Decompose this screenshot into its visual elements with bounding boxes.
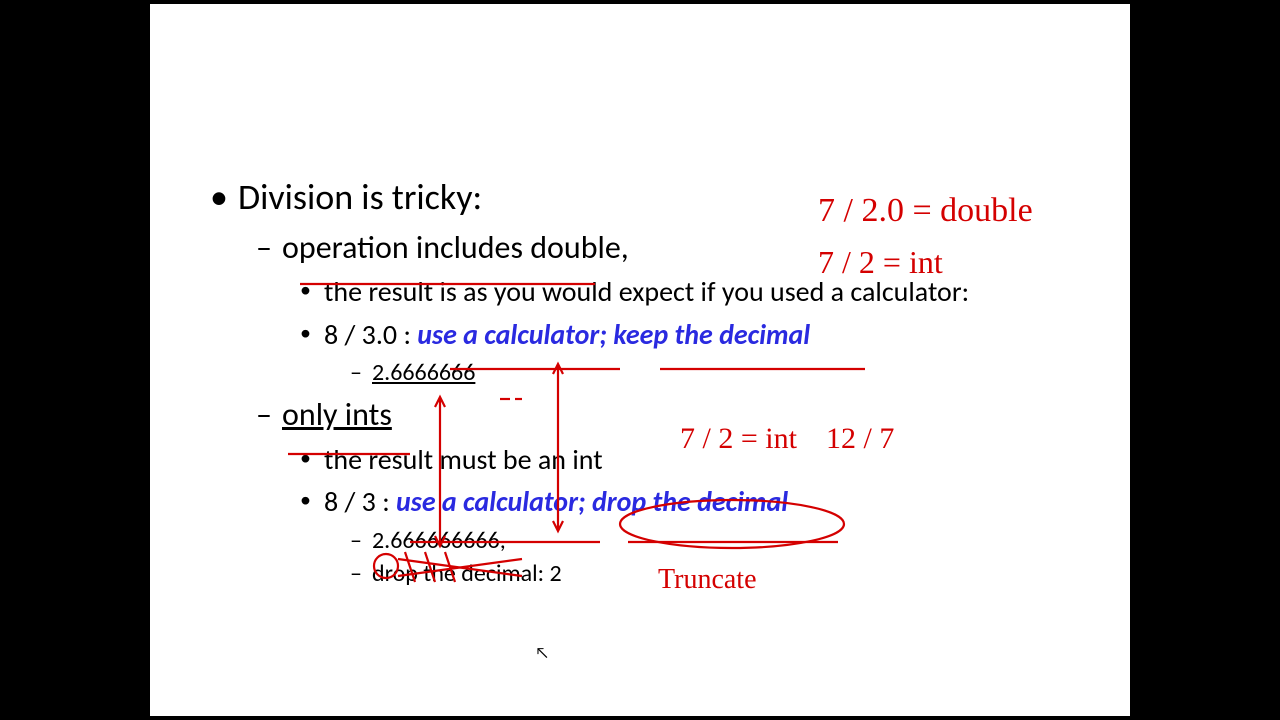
annot-top-right-1: 7 / 2.0 = double — [818, 194, 1033, 228]
sub2-result1-text: 2.666666666, — [372, 526, 506, 555]
sub1-heading: operation includes double, the result is… — [256, 227, 1110, 389]
sub1-result: 2.6666666 — [350, 357, 1110, 388]
sub2-point2-prefix: 8 / 3 : — [324, 484, 396, 519]
sub1-heading-text: operation includes double, — [282, 228, 629, 267]
bullet-title: Division is tricky: operation includes d… — [210, 174, 1110, 589]
slide-area: Division is tricky: operation includes d… — [150, 4, 1130, 716]
sub1-point2-prefix: 8 / 3.0 : — [324, 317, 417, 352]
annot-top-right-2: 7 / 2 = int — [818, 246, 943, 278]
sub2-heading-text: only ints — [282, 395, 392, 434]
sub1-point2: 8 / 3.0 : use a calculator; keep the dec… — [300, 317, 1110, 389]
sub2-point2-blue1: use a calculator; — [396, 484, 592, 519]
sub2-point1-text: the result must be an int — [324, 442, 603, 477]
title-text: Division is tricky: — [238, 175, 482, 219]
sub2-result1: 2.666666666, — [350, 525, 1110, 556]
sub2-point2-blue2: drop the decimal — [592, 484, 788, 519]
sub1-result-text: 2.6666666 — [372, 358, 475, 387]
slide-content: Division is tricky: operation includes d… — [210, 174, 1110, 589]
mouse-cursor-icon: ↖ — [535, 644, 549, 663]
sub2-result2-text: drop the decimal: 2 — [372, 559, 562, 588]
sub1-point2-blue: use a calculator; keep the decimal — [417, 317, 810, 352]
annot-mid-right-2: 12 / 7 — [826, 424, 894, 454]
annot-truncate: Truncate — [658, 566, 757, 594]
annot-mid-right-1: 7 / 2 = int — [680, 424, 797, 454]
sub1-point1: the result is as you would expect if you… — [300, 274, 1110, 310]
